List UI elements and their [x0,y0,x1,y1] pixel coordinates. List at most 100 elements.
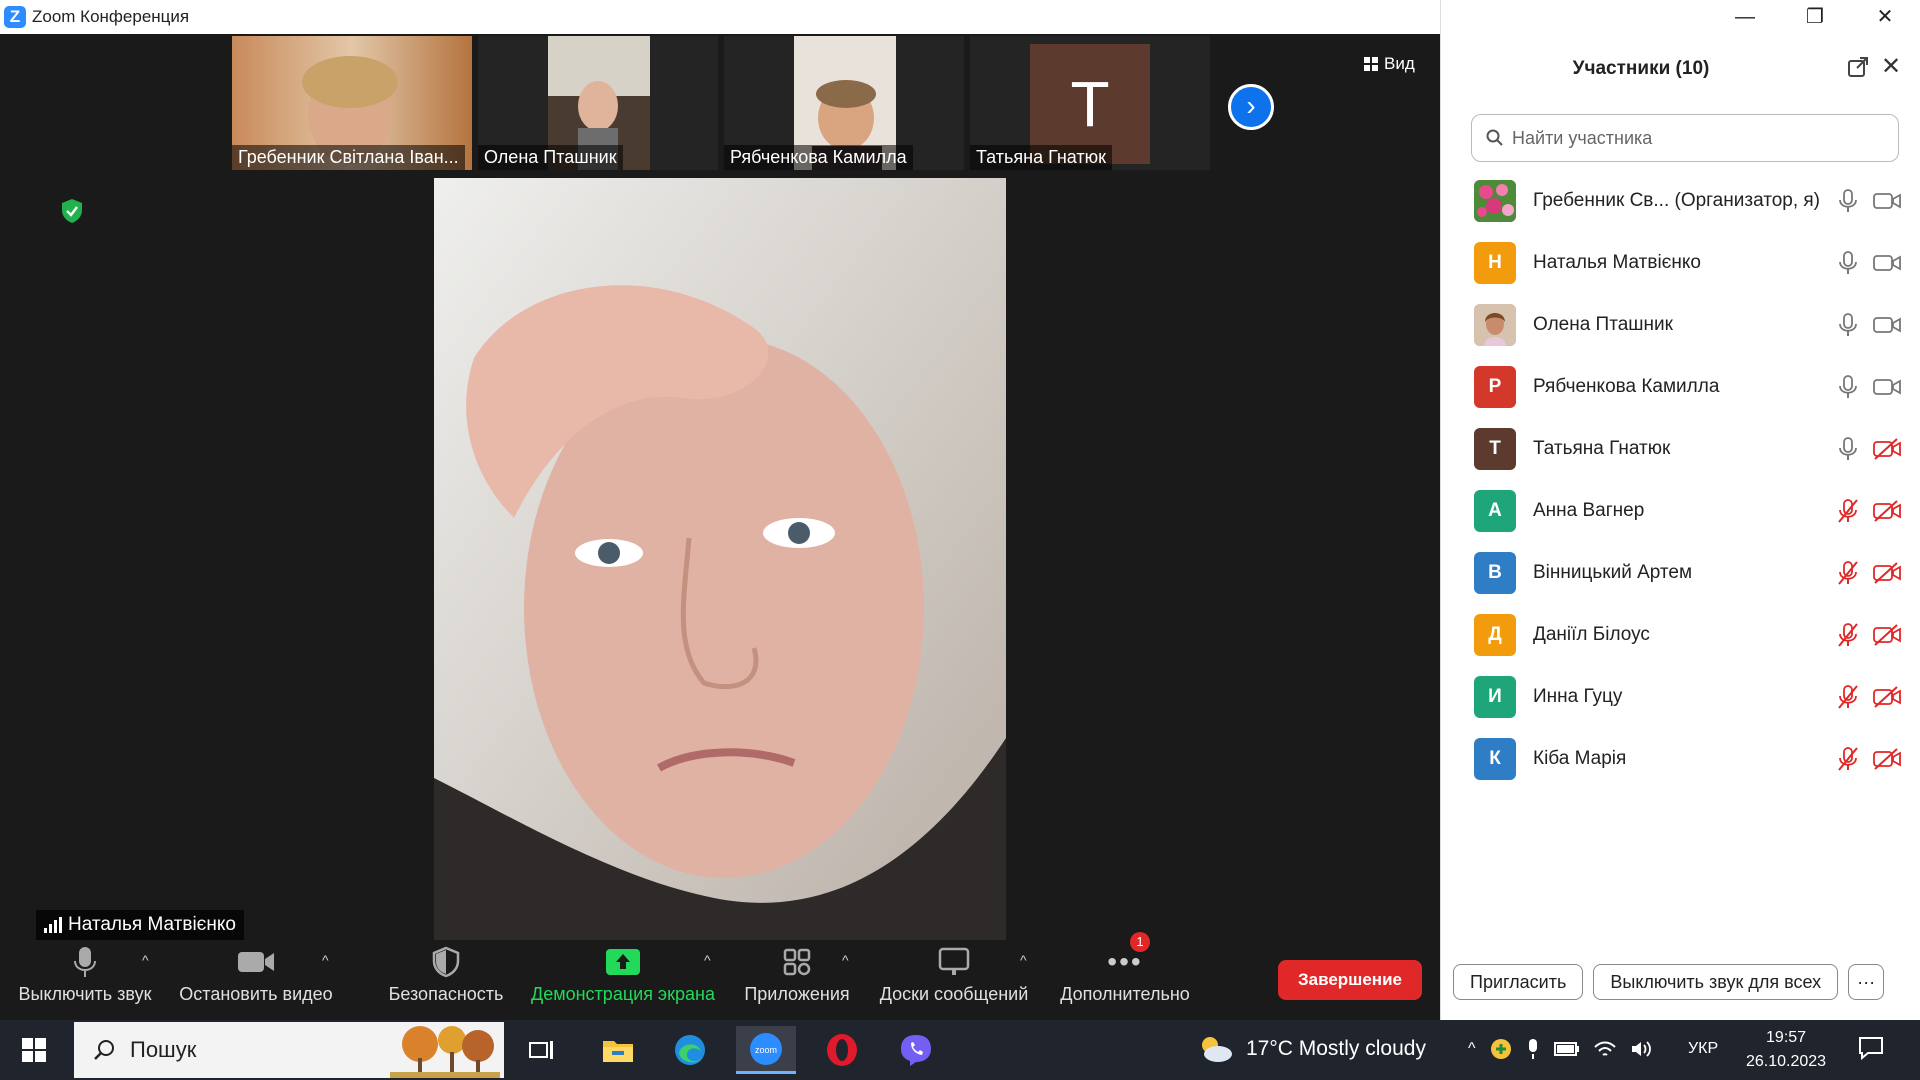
thumbnail-name: Татьяна Гнатюк [970,145,1113,170]
tray-overflow-caret[interactable]: ^ [1468,1040,1476,1058]
view-button[interactable]: Вид [1364,54,1415,74]
video-camera-icon[interactable] [1873,251,1901,275]
weather-widget[interactable]: 17°C Mostly cloudy [1196,1034,1426,1064]
participant-search[interactable] [1471,114,1899,162]
share-screen-button[interactable]: Демонстрация экрана [528,940,718,1020]
microphone-muted-icon[interactable] [1837,746,1859,772]
video-thumbnail[interactable]: Рябченкова Камилла [724,36,964,170]
viber-icon[interactable] [886,1026,946,1074]
start-button[interactable] [22,1038,46,1062]
stop-video-button[interactable]: Остановить видео [176,940,336,1020]
participant-row[interactable]: Н Наталья Матвієнко [1441,232,1920,294]
participant-name: Вінницький Артем [1533,562,1693,583]
window-controls: — ❐ ✕ [1710,4,1920,30]
thumbnail-name: Олена Пташник [478,145,623,170]
mute-button[interactable]: Выключить звук [14,940,156,1020]
file-explorer-icon[interactable] [588,1026,648,1074]
video-thumbnail[interactable]: T Татьяна Гнатюк [970,36,1210,170]
video-camera-icon[interactable] [1873,189,1901,213]
participant-row[interactable]: А Анна Вагнер [1441,480,1920,542]
search-input[interactable] [1512,127,1872,149]
video-camera-off-icon[interactable] [1873,747,1901,771]
microphone-muted-icon[interactable] [1837,560,1859,586]
microphone-icon[interactable] [1837,312,1859,338]
zoom-logo-icon: Z [4,6,26,28]
input-language[interactable]: УКР [1688,1040,1718,1058]
close-window-button[interactable]: ✕ [1850,4,1920,30]
microphone-tray-icon[interactable] [1526,1038,1540,1060]
microphone-icon[interactable] [1837,374,1859,400]
minimize-button[interactable]: — [1710,4,1780,30]
apps-label: Приложения [744,984,850,1004]
participant-row[interactable]: К Кіба Марія [1441,728,1920,790]
microphone-muted-icon[interactable] [1837,498,1859,524]
video-camera-off-icon[interactable] [1873,499,1901,523]
shield-icon [432,946,460,978]
pop-out-icon[interactable] [1847,56,1869,78]
share-label: Демонстрация экрана [531,984,715,1004]
participant-row[interactable]: И Инна Гуцу [1441,666,1920,728]
mute-all-button[interactable]: Выключить звук для всех [1593,964,1839,1000]
participant-row[interactable]: Гребенник Св... (Организатор, я) [1441,170,1920,232]
volume-icon[interactable] [1630,1039,1652,1059]
microphone-icon[interactable] [1837,250,1859,276]
panel-more-button[interactable]: ··· [1848,964,1885,1000]
avatar: Т [1474,428,1516,470]
video-camera-off-icon[interactable] [1873,437,1901,461]
participant-row[interactable]: В Вінницький Артем [1441,542,1920,604]
taskbar-search[interactable]: Пошук [74,1022,504,1078]
battery-icon[interactable] [1553,1041,1580,1057]
video-thumbnail[interactable]: Гребенник Світлана Іван... [232,36,472,170]
gallery-strip: Гребенник Світлана Іван... Олена Пташник… [232,36,1210,170]
share-options-caret[interactable]: ^ [704,952,711,968]
whiteboards-button[interactable]: Доски сообщений [874,940,1034,1020]
video-thumbnail[interactable]: Олена Пташник [478,36,718,170]
apps-options-caret[interactable]: ^ [842,952,849,968]
task-view-icon[interactable] [512,1026,572,1074]
apps-button[interactable]: Приложения [738,940,856,1020]
close-panel-button[interactable]: ✕ [1881,52,1901,81]
more-label: Дополнительно [1060,984,1190,1004]
participant-name: Анна Вагнер [1533,500,1645,521]
video-camera-icon[interactable] [1873,375,1901,399]
video-camera-icon [238,952,274,972]
participant-name: Гребенник Св... (Организатор, я) [1533,190,1821,211]
participant-row[interactable]: Т Татьяна Гнатюк [1441,418,1920,480]
end-meeting-button[interactable]: Завершение [1278,960,1422,1000]
autumn-trees-icon [390,1026,500,1078]
avatar: Р [1474,366,1516,408]
wifi-icon[interactable] [1593,1040,1616,1058]
svg-text:zoom: zoom [755,1045,777,1055]
whiteboards-options-caret[interactable]: ^ [1020,952,1027,968]
microphone-muted-icon[interactable] [1837,622,1859,648]
clock[interactable]: 19:57 26.10.2023 [1746,1026,1826,1074]
video-camera-off-icon[interactable] [1873,561,1901,585]
notifications-icon[interactable] [1858,1036,1884,1060]
participant-name: Инна Гуцу [1533,686,1623,707]
whiteboard-icon [938,947,970,975]
participant-name: Кіба Марія [1533,748,1627,769]
next-page-button[interactable]: › [1228,84,1274,130]
microphone-icon[interactable] [1837,436,1859,462]
zoom-taskbar-icon[interactable]: zoom [736,1026,796,1074]
video-camera-off-icon[interactable] [1873,685,1901,709]
video-camera-off-icon[interactable] [1873,623,1901,647]
video-options-caret[interactable]: ^ [322,952,329,968]
security-button[interactable]: Безопасность [386,940,506,1020]
encryption-shield-icon[interactable] [60,198,84,224]
participant-row[interactable]: Д Даніїл Білоус [1441,604,1920,666]
microphone-muted-icon[interactable] [1837,684,1859,710]
participant-row[interactable]: Олена Пташник [1441,294,1920,356]
security-tray-icon[interactable] [1490,1038,1512,1060]
audio-options-caret[interactable]: ^ [142,952,149,968]
more-button[interactable]: ••• 1 Дополнительно [1052,932,1198,1020]
avatar: В [1474,552,1516,594]
meeting-stage: Гребенник Світлана Іван... Олена Пташник… [0,34,1440,1020]
opera-browser-icon[interactable] [812,1026,872,1074]
edge-browser-icon[interactable] [660,1026,720,1074]
video-camera-icon[interactable] [1873,313,1901,337]
participant-row[interactable]: Р Рябченкова Камилла [1441,356,1920,418]
microphone-icon[interactable] [1837,188,1859,214]
restore-button[interactable]: ❐ [1780,4,1850,30]
invite-button[interactable]: Пригласить [1453,964,1584,1000]
